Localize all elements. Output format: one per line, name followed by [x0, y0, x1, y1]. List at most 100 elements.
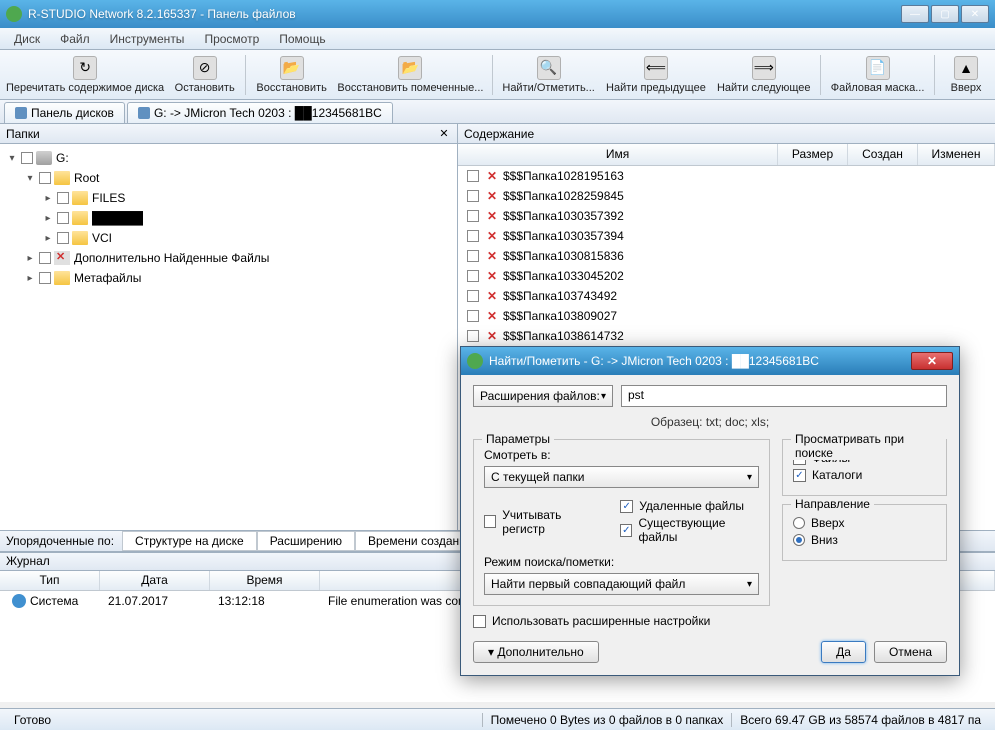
menu-Помощь[interactable]: Помощь	[269, 30, 335, 48]
jrow-date: 21.07.2017	[100, 592, 210, 610]
sort-Расширению[interactable]: Расширению	[257, 531, 355, 551]
checkbox[interactable]	[467, 230, 479, 242]
tree-node[interactable]: ▸██████	[2, 208, 455, 228]
tree-node[interactable]: ▸FILES	[2, 188, 455, 208]
toolbar-Найти предыдущее[interactable]: ⟸Найти предыдущее	[603, 54, 710, 96]
toolbar-icon: ▲	[954, 56, 978, 80]
col-modified[interactable]: Изменен	[918, 144, 995, 165]
deleted-checkbox[interactable]: ✓Удаленные файлы	[620, 499, 759, 513]
more-button[interactable]: ▾ Дополнительно	[473, 641, 599, 663]
info-icon	[12, 594, 26, 608]
checkbox[interactable]	[467, 190, 479, 202]
jcol-date[interactable]: Дата	[100, 571, 210, 590]
file-row[interactable]: ✕$$$Папка1030357392	[458, 206, 995, 226]
checkbox[interactable]	[57, 212, 69, 224]
folder-icon	[54, 271, 70, 285]
checkbox[interactable]	[467, 330, 479, 342]
menu-Просмотр[interactable]: Просмотр	[194, 30, 269, 48]
toolbar-Остановить[interactable]: ⊘Остановить	[170, 54, 239, 96]
toolbar-icon: 📄	[866, 56, 890, 80]
close-icon[interactable]: ✕	[437, 127, 451, 141]
file-row[interactable]: ✕$$$Папка103809027	[458, 306, 995, 326]
menu-Инструменты[interactable]: Инструменты	[100, 30, 195, 48]
file-row[interactable]: ✕$$$Папка103743492	[458, 286, 995, 306]
tree-node[interactable]: ▸Дополнительно Найденные Файлы	[2, 248, 455, 268]
jcol-time[interactable]: Время	[210, 571, 320, 590]
browse-legend: Просматривать при поиске	[791, 432, 946, 460]
find-dialog: Найти/Пометить - G: -> JMicron Tech 0203…	[460, 346, 960, 676]
drive-icon	[36, 151, 52, 165]
tab-1[interactable]: G: -> JMicron Tech 0203 : ██12345681BC	[127, 102, 393, 123]
checkbox[interactable]	[467, 290, 479, 302]
jcol-type[interactable]: Тип	[0, 571, 100, 590]
toolbar-icon: 📂	[280, 56, 304, 80]
up-radio[interactable]: Вверх	[793, 516, 936, 530]
toolbar-Найти/Отметить...[interactable]: 🔍Найти/Отметить...	[499, 54, 599, 96]
checkbox[interactable]	[467, 310, 479, 322]
mode-select[interactable]: Найти первый совпадающий файл	[484, 573, 759, 595]
deleted-icon: ✕	[485, 169, 499, 183]
toolbar: ↻Перечитать содержимое диска⊘Остановить 📂…	[0, 50, 995, 100]
file-row[interactable]: ✕$$$Папка1033045202	[458, 266, 995, 286]
checkbox[interactable]	[467, 270, 479, 282]
down-radio[interactable]: Вниз	[793, 533, 936, 547]
checkbox[interactable]	[467, 210, 479, 222]
menu-Файл[interactable]: Файл	[50, 30, 100, 48]
toolbar-Файловая маска...[interactable]: 📄Файловая маска...	[827, 54, 928, 96]
filter-type-select[interactable]: Расширения файлов:	[473, 385, 613, 407]
checkbox[interactable]	[57, 192, 69, 204]
toolbar-Перечитать содержимое диска[interactable]: ↻Перечитать содержимое диска	[4, 54, 166, 96]
xfold-icon	[54, 251, 70, 265]
sort-Структуре на диске[interactable]: Структуре на диске	[122, 531, 257, 551]
toolbar-Восстановить помеченные...[interactable]: 📂Восстановить помеченные...	[335, 54, 486, 96]
checkbox[interactable]	[467, 170, 479, 182]
column-header[interactable]: Имя Размер Создан Изменен	[458, 144, 995, 166]
file-row[interactable]: ✕$$$Папка1028195163	[458, 166, 995, 186]
checkbox[interactable]	[21, 152, 33, 164]
file-row[interactable]: ✕$$$Папка1028259845	[458, 186, 995, 206]
checkbox[interactable]	[39, 272, 51, 284]
dialog-close-button[interactable]: ✕	[911, 352, 953, 370]
tree-node[interactable]: ▸Метафайлы	[2, 268, 455, 288]
menubar: ДискФайлИнструментыПросмотрПомощь	[0, 28, 995, 50]
close-button[interactable]: ✕	[961, 5, 989, 23]
folders-pane: Папки ✕ ▾G:▾Root▸FILES▸██████▸VCI▸Дополн…	[0, 124, 458, 530]
toolbar-Вверх[interactable]: ▲Вверх	[941, 54, 991, 96]
minimize-button[interactable]: —	[901, 5, 929, 23]
tree-node[interactable]: ▾Root	[2, 168, 455, 188]
existing-checkbox[interactable]: ✓Существующие файлы	[620, 516, 759, 544]
status-total: Всего 69.47 GB из 58574 файлов в 4817 па	[731, 713, 989, 727]
checkbox[interactable]	[57, 232, 69, 244]
toolbar-Восстановить[interactable]: 📂Восстановить	[252, 54, 331, 96]
ok-button[interactable]: Да	[821, 641, 866, 663]
toolbar-icon: ⟸	[644, 56, 668, 80]
tab-icon	[15, 107, 27, 119]
dirs-checkbox[interactable]: ✓Каталоги	[793, 468, 936, 482]
app-icon	[6, 6, 22, 22]
tree-node[interactable]: ▸VCI	[2, 228, 455, 248]
filter-value-input[interactable]: pst	[621, 385, 947, 407]
look-in-select[interactable]: С текущей папки	[484, 466, 759, 488]
file-row[interactable]: ✕$$$Папка1038614732	[458, 326, 995, 346]
toolbar-Найти следующее[interactable]: ⟹Найти следующее	[713, 54, 814, 96]
file-row[interactable]: ✕$$$Папка1030815836	[458, 246, 995, 266]
file-row[interactable]: ✕$$$Папка1030357394	[458, 226, 995, 246]
tab-0[interactable]: Панель дисков	[4, 102, 125, 123]
cancel-button[interactable]: Отмена	[874, 641, 947, 663]
checkbox[interactable]	[467, 250, 479, 262]
maximize-button[interactable]: ▢	[931, 5, 959, 23]
folder-icon	[72, 191, 88, 205]
advanced-checkbox[interactable]: Использовать расширенные настройки	[473, 614, 770, 628]
toolbar-icon: 📂	[398, 56, 422, 80]
toolbar-icon: ↻	[73, 56, 97, 80]
col-created[interactable]: Создан	[848, 144, 918, 165]
col-name[interactable]: Имя	[458, 144, 778, 165]
checkbox[interactable]	[39, 172, 51, 184]
tree-node[interactable]: ▾G:	[2, 148, 455, 168]
deleted-icon: ✕	[485, 289, 499, 303]
col-size[interactable]: Размер	[778, 144, 848, 165]
case-checkbox[interactable]: Учитывать регистр	[484, 499, 600, 544]
folder-tree[interactable]: ▾G:▾Root▸FILES▸██████▸VCI▸Дополнительно …	[0, 144, 457, 530]
checkbox[interactable]	[39, 252, 51, 264]
menu-Диск[interactable]: Диск	[4, 30, 50, 48]
